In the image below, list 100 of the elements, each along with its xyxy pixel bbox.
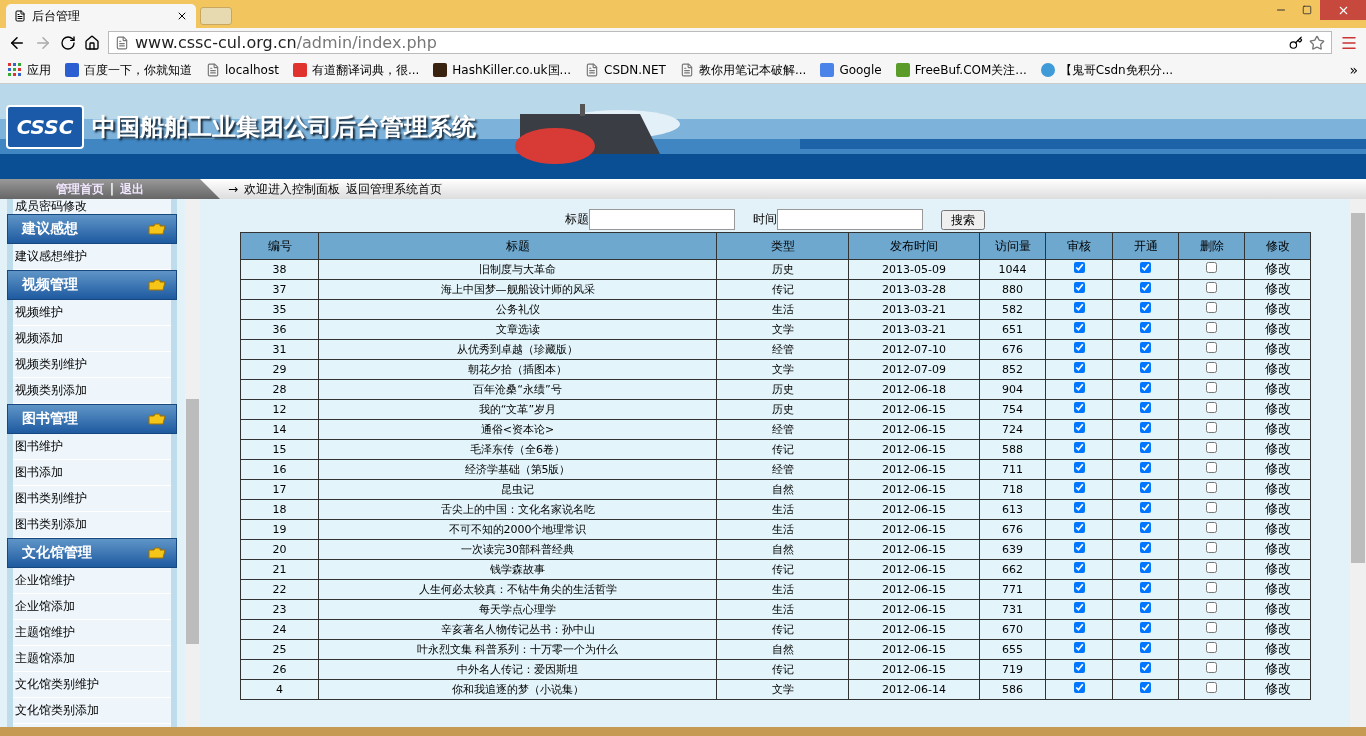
- checkbox[interactable]: [1140, 542, 1151, 553]
- sidebar-item[interactable]: 文化馆类别维护: [13, 672, 171, 698]
- checkbox[interactable]: [1073, 682, 1085, 693]
- checkbox[interactable]: [1206, 462, 1217, 473]
- checkbox[interactable]: [1140, 302, 1151, 313]
- checkbox[interactable]: [1073, 362, 1085, 373]
- sidebar-item[interactable]: 企业馆添加: [13, 594, 171, 620]
- bookmark-link[interactable]: localhost: [225, 63, 279, 77]
- checkbox[interactable]: [1140, 682, 1151, 693]
- section-header[interactable]: 文化馆管理: [7, 538, 177, 568]
- checkbox[interactable]: [1073, 442, 1085, 453]
- checkbox[interactable]: [1073, 302, 1085, 313]
- star-icon[interactable]: [1309, 34, 1325, 51]
- checkbox[interactable]: [1073, 282, 1085, 293]
- checkbox[interactable]: [1140, 602, 1151, 613]
- checkbox[interactable]: [1206, 322, 1217, 333]
- bookmark-link[interactable]: CSDN.NET: [604, 63, 666, 77]
- home-icon[interactable]: [84, 34, 100, 51]
- checkbox[interactable]: [1206, 602, 1217, 613]
- sidebar-item[interactable]: 主题馆维护: [13, 620, 171, 646]
- checkbox[interactable]: [1073, 262, 1085, 273]
- search-button[interactable]: 搜索: [941, 209, 985, 230]
- checkbox[interactable]: [1140, 482, 1151, 493]
- checkbox[interactable]: [1073, 382, 1085, 393]
- checkbox[interactable]: [1206, 582, 1217, 593]
- checkbox[interactable]: [1140, 322, 1151, 333]
- bookmark-link[interactable]: Google: [839, 63, 882, 77]
- checkbox[interactable]: [1073, 322, 1085, 333]
- checkbox[interactable]: [1073, 622, 1085, 633]
- sidebar-item[interactable]: 图书类别维护: [13, 486, 171, 512]
- checkbox[interactable]: [1073, 562, 1085, 573]
- bookmark-link[interactable]: HashKiller.co.uk国...: [452, 61, 571, 79]
- checkbox[interactable]: [1206, 342, 1217, 353]
- sidebar-item[interactable]: 主题馆添加: [13, 646, 171, 672]
- bookmark-link[interactable]: 百度一下，你就知道: [84, 61, 192, 79]
- checkbox[interactable]: [1206, 682, 1217, 693]
- checkbox[interactable]: [1073, 402, 1085, 413]
- checkbox[interactable]: [1073, 422, 1085, 433]
- checkbox[interactable]: [1206, 642, 1217, 653]
- checkbox[interactable]: [1140, 402, 1151, 413]
- checkbox[interactable]: [1073, 542, 1085, 553]
- checkbox[interactable]: [1073, 342, 1085, 353]
- checkbox[interactable]: [1206, 362, 1217, 373]
- bookmark-link[interactable]: FreeBuf.COM关注...: [914, 61, 1027, 79]
- checkbox[interactable]: [1206, 302, 1217, 313]
- page-scrollbar[interactable]: [1350, 199, 1366, 727]
- checkbox[interactable]: [1073, 662, 1085, 673]
- sidebar-scrollbar[interactable]: [185, 199, 200, 727]
- address-bar[interactable]: www.cssc-cul.org.cn/admin/index.php: [108, 31, 1332, 54]
- sidebar-item[interactable]: 图书添加: [13, 460, 171, 486]
- key-icon[interactable]: [1289, 35, 1303, 50]
- checkbox[interactable]: [1140, 382, 1151, 393]
- checkbox[interactable]: [1206, 262, 1217, 273]
- checkbox[interactable]: [1206, 422, 1217, 433]
- checkbox[interactable]: [1073, 482, 1085, 493]
- close-icon[interactable]: [176, 10, 188, 22]
- checkbox[interactable]: [1140, 582, 1151, 593]
- checkbox[interactable]: [1073, 502, 1085, 513]
- checkbox[interactable]: [1140, 522, 1151, 533]
- checkbox[interactable]: [1206, 542, 1217, 553]
- checkbox[interactable]: [1140, 262, 1151, 273]
- checkbox[interactable]: [1140, 642, 1151, 653]
- bookmark-link[interactable]: 【鬼哥Csdn免积分...: [1059, 61, 1174, 79]
- more-bookmarks-button[interactable]: »: [1349, 62, 1358, 78]
- checkbox[interactable]: [1140, 562, 1151, 573]
- sidebar-item[interactable]: 文化馆类别添加: [13, 698, 171, 724]
- checkbox[interactable]: [1140, 422, 1151, 433]
- checkbox[interactable]: [1073, 642, 1085, 653]
- checkbox[interactable]: [1073, 602, 1085, 613]
- sidebar-item[interactable]: 图书维护: [13, 434, 171, 460]
- checkbox[interactable]: [1206, 562, 1217, 573]
- title-input[interactable]: [589, 209, 735, 230]
- section-header[interactable]: 建议感想: [7, 214, 177, 244]
- checkbox[interactable]: [1140, 502, 1151, 513]
- checkbox[interactable]: [1206, 282, 1217, 293]
- bookmark-link[interactable]: 教你用笔记本破解...: [698, 61, 807, 79]
- checkbox[interactable]: [1140, 282, 1151, 293]
- checkbox[interactable]: [1140, 462, 1151, 473]
- checkbox[interactable]: [1140, 362, 1151, 373]
- checkbox[interactable]: [1206, 622, 1217, 633]
- checkbox[interactable]: [1073, 522, 1085, 533]
- checkbox[interactable]: [1206, 382, 1217, 393]
- checkbox[interactable]: [1206, 482, 1217, 493]
- checkbox[interactable]: [1140, 622, 1151, 633]
- time-input[interactable]: [777, 209, 923, 230]
- bookmark-link[interactable]: 有道翻译词典，很...: [311, 61, 420, 79]
- sidebar-item[interactable]: 视频类别维护: [13, 352, 171, 378]
- checkbox[interactable]: [1206, 662, 1217, 673]
- sidebar-item[interactable]: 视频添加: [13, 326, 171, 352]
- checkbox[interactable]: [1206, 522, 1217, 533]
- checkbox[interactable]: [1140, 342, 1151, 353]
- sidebar-item[interactable]: 企业馆维护: [13, 568, 171, 594]
- checkbox[interactable]: [1140, 662, 1151, 673]
- checkbox[interactable]: [1140, 442, 1151, 453]
- checkbox[interactable]: [1206, 442, 1217, 453]
- sidebar-item[interactable]: 成员密码修改: [15, 199, 87, 213]
- browser-tab[interactable]: 后台管理: [6, 4, 196, 28]
- checkbox[interactable]: [1206, 502, 1217, 513]
- sidebar-item[interactable]: 视频维护: [13, 300, 171, 326]
- checkbox[interactable]: [1073, 462, 1085, 473]
